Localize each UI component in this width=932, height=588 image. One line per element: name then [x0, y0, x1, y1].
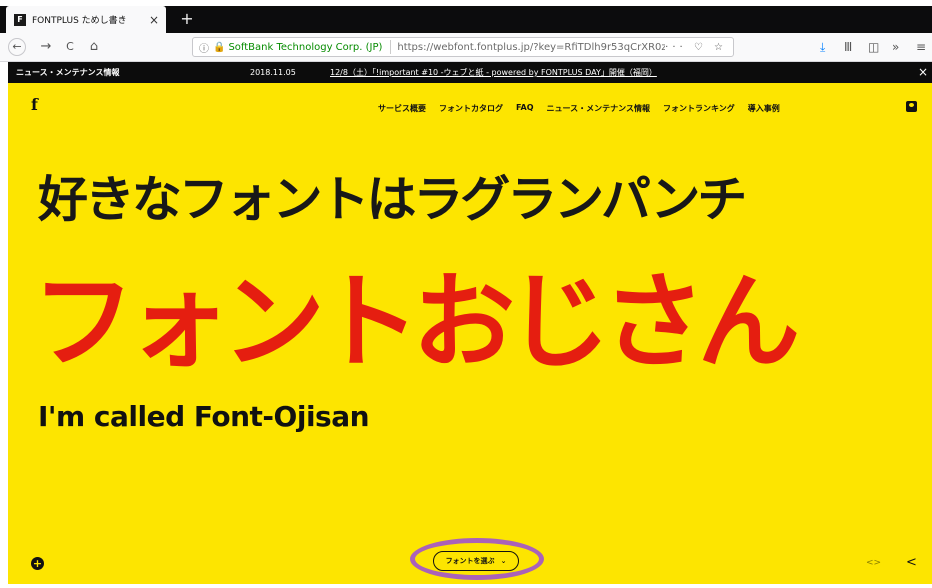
reload-button[interactable]: C — [62, 38, 78, 56]
news-link[interactable]: 12/8（土）「!important #10 -ウェブと紙 - powered … — [330, 62, 657, 83]
url-bar[interactable]: ⓘ 🔒 SoftBank Technology Corp. (JP) https… — [192, 37, 734, 57]
add-icon[interactable]: + — [31, 557, 44, 570]
news-bar: ニュース・メンテナンス情報 2018.11.05 12/8（土）「!import… — [8, 62, 932, 83]
sample-heading[interactable]: 好きなフォントはラグランパンチ — [38, 160, 747, 231]
nav-item-faq[interactable]: FAQ — [516, 103, 534, 114]
info-icon[interactable]: ⓘ — [199, 40, 209, 55]
menu-icon[interactable]: ≡ — [916, 38, 926, 56]
site-logo[interactable]: f — [31, 95, 38, 114]
new-tab-button[interactable]: + — [176, 6, 198, 33]
home-button[interactable]: ⌂ — [86, 38, 102, 56]
url-text[interactable]: https://webfont.fontplus.jp/?key=RfiTDlh… — [397, 42, 665, 53]
url-separator — [390, 40, 392, 54]
choose-font-label: フォントを選ぶ — [445, 557, 495, 565]
browser-window: F FONTPLUS ためし書き × + ← → C ⌂ ⓘ 🔒 SoftBan… — [0, 0, 932, 588]
sample-title[interactable]: フォントおじさん — [32, 270, 800, 374]
page-content: ニュース・メンテナンス情報 2018.11.05 12/8（土）「!import… — [8, 62, 932, 584]
choose-font-button[interactable]: フォントを選ぶ ⌄ — [433, 551, 519, 571]
nav-item-news[interactable]: ニュース・メンテナンス情報 — [547, 103, 650, 114]
back-button[interactable]: ← — [8, 38, 26, 56]
forward-button[interactable]: → — [38, 38, 54, 56]
site-nav: サービス概要 フォントカタログ FAQ ニュース・メンテナンス情報 フォントラン… — [378, 103, 780, 114]
share-icon[interactable]: < — [906, 555, 917, 570]
lock-icon: 🔒 — [213, 41, 226, 53]
tab-bar: F FONTPLUS ためし書き × + — [0, 6, 932, 33]
navigation-bar: ← → C ⌂ ⓘ 🔒 SoftBank Technology Corp. (J… — [0, 33, 932, 62]
sample-subtitle[interactable]: I'm called Font-Ojisan — [38, 400, 370, 433]
sidebar-icon[interactable]: ◫ — [868, 38, 879, 56]
overflow-icon[interactable]: » — [892, 38, 899, 56]
page-actions-icon[interactable]: ··· ♡ ☆ — [665, 42, 727, 53]
nav-item-cases[interactable]: 導入事例 — [748, 103, 780, 114]
account-icon[interactable] — [906, 101, 917, 112]
tab-fontplus[interactable]: F FONTPLUS ためし書き × — [6, 6, 166, 33]
site-identity[interactable]: SoftBank Technology Corp. (JP) — [228, 42, 382, 53]
nav-item-service[interactable]: サービス概要 — [378, 103, 426, 114]
news-label: ニュース・メンテナンス情報 — [16, 68, 120, 77]
library-icon[interactable]: Ⅲ — [844, 38, 852, 56]
close-news-icon[interactable]: × — [918, 62, 928, 83]
code-icon[interactable]: <> — [866, 558, 881, 568]
close-tab-icon[interactable]: × — [146, 13, 162, 27]
nav-item-ranking[interactable]: フォントランキング — [663, 103, 735, 114]
download-icon[interactable]: ⤓ — [820, 38, 825, 56]
news-date: 2018.11.05 — [250, 68, 296, 77]
chevron-down-icon: ⌄ — [500, 557, 507, 565]
nav-item-catalog[interactable]: フォントカタログ — [439, 103, 503, 114]
favicon-icon: F — [14, 13, 26, 26]
tab-title: FONTPLUS ためし書き — [32, 16, 127, 26]
